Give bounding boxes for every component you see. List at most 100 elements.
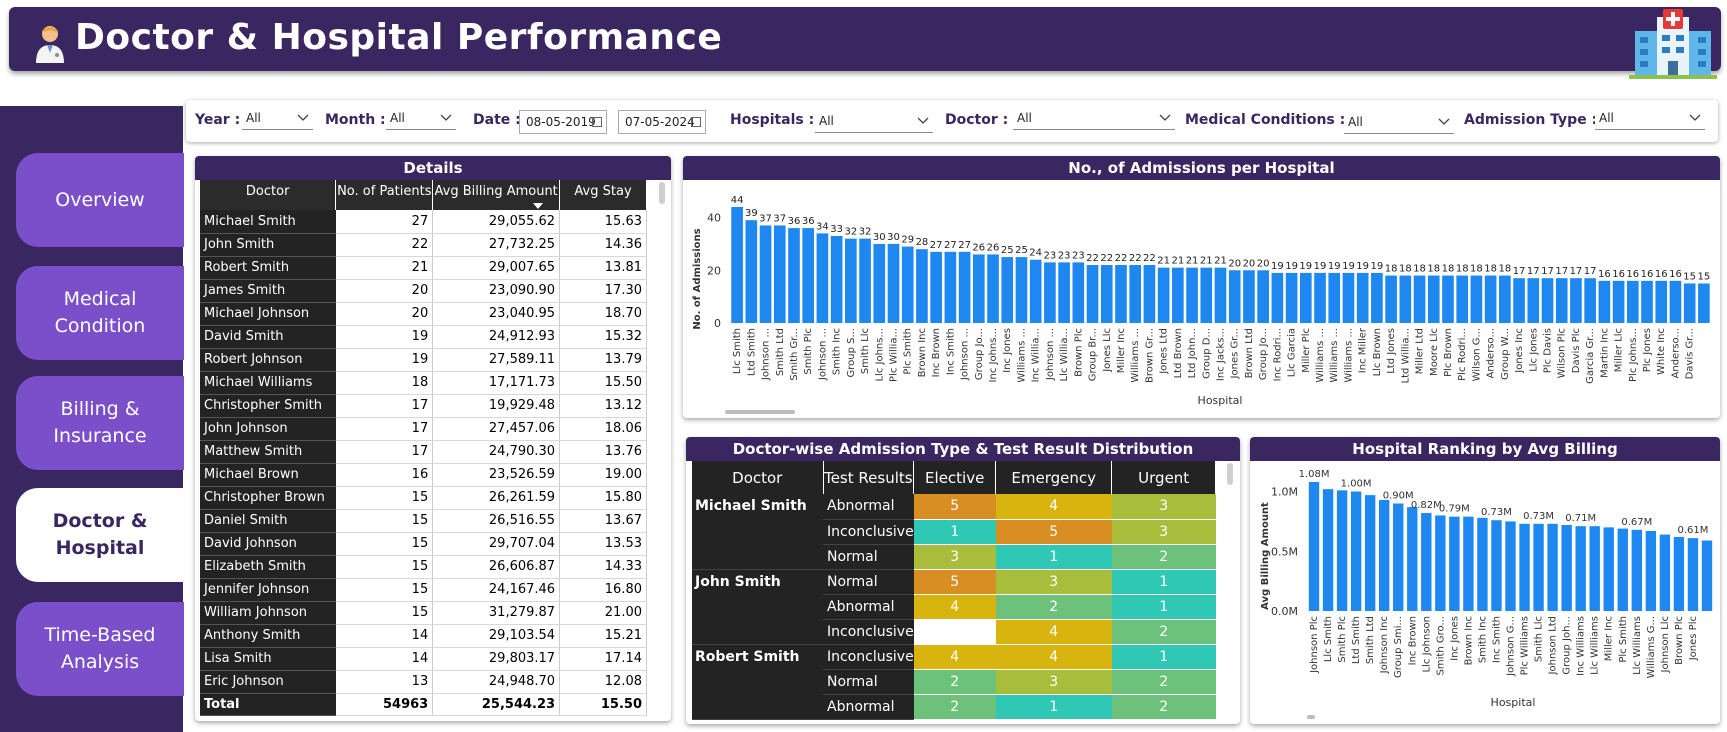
details-scrollbar[interactable] — [659, 182, 665, 204]
bar — [1200, 267, 1213, 323]
table-row[interactable]: Matthew Smith 17 24,790.30 13.76 — [200, 440, 647, 464]
details-total-row[interactable]: Total 54963 25,544.23 15.50 — [200, 692, 647, 716]
bar-data-label: 0.73M — [1523, 511, 1554, 522]
hm-cell-emergency: 2 — [995, 594, 1112, 620]
date-to-value: 07-05-2024 — [625, 115, 695, 129]
table-row[interactable]: Michael Johnson 20 23,040.95 18.70 — [200, 302, 647, 326]
nav-billing-insurance[interactable]: Billing & Insurance — [16, 376, 184, 470]
table-row[interactable]: Christopher Smith 17 19,929.48 13.12 — [200, 394, 647, 418]
table-row[interactable]: John Smith 22 27,732.25 14.36 — [200, 233, 647, 257]
cell-avg-stay: 15.63 — [559, 210, 647, 234]
cell-patients: 15 — [335, 555, 434, 579]
cell-patients: 17 — [335, 394, 434, 418]
date-label: Date : — [473, 112, 521, 128]
table-row[interactable]: David Johnson 15 29,707.04 13.53 — [200, 532, 647, 556]
cell-patients: 17 — [335, 440, 434, 464]
hm-col-test-results[interactable]: Test Results — [823, 461, 915, 494]
bar-data-label: 36 — [802, 216, 815, 227]
admission-type-select[interactable]: All — [1595, 108, 1705, 130]
hm-cell-urgent: 2 — [1111, 544, 1216, 570]
hospitals-select[interactable]: All — [815, 111, 933, 133]
bar-data-label: 20 — [1243, 258, 1256, 269]
table-row[interactable]: Robert Smith 21 29,007.65 13.81 — [200, 256, 647, 280]
sidebar: Overview Medical Condition Billing & Ins… — [0, 106, 184, 732]
date-to-input[interactable]: 07-05-2024 — [618, 110, 706, 134]
table-row[interactable]: Jennifer Johnson 15 24,167.46 16.80 — [200, 578, 647, 602]
bar-data-label: 19 — [1356, 261, 1369, 272]
heatmap-row[interactable]: Robert Smith Inconclusive 4 4 1 — [692, 644, 1216, 720]
year-select[interactable]: All — [242, 108, 313, 130]
x-tick-label: Williams ... — [1016, 328, 1027, 383]
nav-doctor-hospital[interactable]: Doctor & Hospital — [16, 488, 184, 582]
bar — [773, 225, 786, 323]
bar — [1435, 515, 1446, 611]
bar — [1350, 491, 1362, 611]
y-tick-label: 0.5M — [1271, 545, 1298, 558]
nav-time-based-analysis[interactable]: Time-Based Analysis — [16, 602, 184, 696]
hm-col-doctor[interactable]: Doctor — [692, 461, 824, 494]
cell-avg-stay: 21.00 — [559, 601, 647, 625]
x-tick-label: Williams ... — [1315, 328, 1326, 383]
x-tick-label: Smith Plc — [803, 328, 814, 375]
table-row[interactable]: Daniel Smith 15 26,516.55 13.67 — [200, 509, 647, 533]
x-tick-label: Llc Jones — [1528, 328, 1539, 372]
x-tick-label: Llc Brown — [1372, 328, 1383, 376]
heatmap-row[interactable]: Michael Smith Abnormal 5 4 3 — [692, 494, 1216, 570]
col-patients[interactable]: No. of Patients — [335, 180, 434, 210]
table-row[interactable]: James Smith 20 23,090.90 17.30 — [200, 279, 647, 303]
nav-overview[interactable]: Overview — [16, 153, 184, 247]
month-select[interactable]: All — [386, 108, 456, 130]
x-tick-label: Group D... — [1201, 328, 1212, 379]
doctor-value: All — [1017, 111, 1032, 125]
hm-col-emergency[interactable]: Emergency — [995, 461, 1113, 494]
heatmap-row[interactable]: John Smith Normal 5 3 1 — [692, 569, 1216, 645]
ranking-chart-title: Hospital Ranking by Avg Billing — [1250, 437, 1720, 461]
cell-patients: 15 — [335, 532, 434, 556]
cell-doctor: Robert Johnson — [200, 348, 336, 372]
col-avg-stay[interactable]: Avg Stay — [559, 180, 647, 210]
nav-medical-condition[interactable]: Medical Condition — [16, 266, 184, 360]
table-row[interactable]: Lisa Smith 14 29,803.17 17.14 — [200, 647, 647, 671]
conditions-value: All — [1348, 115, 1363, 129]
x-tick-label: Smith Plc — [1337, 616, 1348, 663]
bar-data-label: 16 — [1669, 269, 1682, 280]
cell-avg-billing: 25,544.23 — [432, 692, 561, 716]
x-tick-label: Plc Rodri... — [1457, 328, 1468, 381]
table-row[interactable]: David Smith 19 24,912.93 15.32 — [200, 325, 647, 349]
medical-conditions-select[interactable]: All — [1344, 112, 1454, 134]
hm-cell-elective: 4 — [913, 644, 996, 670]
x-tick-label: Group Jo... — [1258, 328, 1269, 380]
table-row[interactable]: Michael Williams 18 17,171.73 15.50 — [200, 371, 647, 395]
bar — [1513, 278, 1525, 323]
doctor-select[interactable]: All — [1013, 108, 1175, 130]
table-row[interactable]: Elizabeth Smith 15 26,606.87 14.33 — [200, 555, 647, 579]
table-row[interactable]: John Johnson 17 27,457.06 18.06 — [200, 417, 647, 441]
bar — [1470, 275, 1483, 323]
bar — [1484, 275, 1497, 323]
hm-cell-test-result: Normal — [823, 669, 914, 695]
cell-avg-billing: 24,790.30 — [432, 440, 561, 464]
date-from-input[interactable]: 08-05-2019 — [519, 110, 607, 134]
x-tick-label: Llc Johns... — [874, 328, 885, 382]
table-row[interactable]: Michael Smith 27 29,055.62 15.63 — [200, 210, 647, 234]
table-row[interactable]: Christopher Brown 15 26,261.59 15.80 — [200, 486, 647, 510]
x-tick-label: Inc Brown — [931, 328, 942, 377]
table-row[interactable]: Michael Brown 16 23,526.59 19.00 — [200, 463, 647, 487]
table-row[interactable]: Eric Johnson 13 24,948.70 12.08 — [200, 670, 647, 694]
x-tick-label: Group Joh... — [1562, 616, 1573, 675]
cell-avg-billing: 24,912.93 — [432, 325, 561, 349]
hm-col-elective[interactable]: Elective — [913, 461, 997, 494]
hm-col-urgent[interactable]: Urgent — [1111, 461, 1217, 494]
bar-data-label: 19 — [1285, 261, 1298, 272]
table-row[interactable]: William Johnson 15 31,279.87 21.00 — [200, 601, 647, 625]
calendar-icon — [691, 117, 701, 127]
heatmap-scrollbar[interactable] — [1227, 463, 1233, 485]
bar-data-label: 21 — [1186, 256, 1199, 267]
admissions-bar-chart: 0 20 40 No. of Admissions 44 Llc Smith 39 Ltd S… — [692, 195, 1710, 414]
col-doctor[interactable]: Doctor — [200, 180, 337, 210]
table-row[interactable]: Anthony Smith 14 29,103.54 15.21 — [200, 624, 647, 648]
cell-patients: 18 — [335, 371, 434, 395]
cell-patients: 19 — [335, 348, 434, 372]
table-row[interactable]: Robert Johnson 19 27,589.11 13.79 — [200, 348, 647, 372]
horizontal-scrollbar — [725, 410, 795, 414]
